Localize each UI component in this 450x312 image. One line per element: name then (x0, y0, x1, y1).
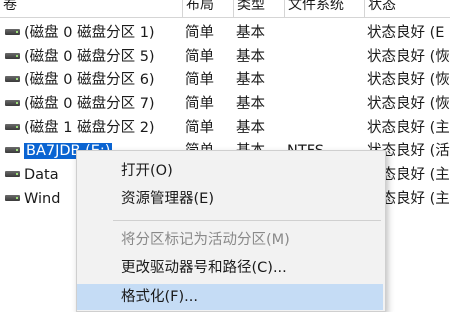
volume-name-cell: (磁盘 1 磁盘分区 2) (4, 118, 180, 138)
volume-layout: 简单 (185, 119, 214, 136)
menu-item-format[interactable]: 格式化(F)... (77, 284, 383, 310)
column-header-status[interactable]: 状态 (365, 0, 450, 17)
volume-filesystem (287, 23, 361, 43)
volume-name-cell: (磁盘 0 磁盘分区 1) (4, 23, 180, 43)
menu-item-change-drive-letter[interactable]: 更改驱动器号和路径(C)... (77, 255, 383, 281)
drive-icon (4, 51, 22, 62)
volume-type: 基本 (236, 72, 265, 89)
column-header-type[interactable]: 类型 (234, 0, 285, 17)
volume-status: 状态良好 (恢 (367, 72, 450, 89)
volume-row[interactable]: (磁盘 1 磁盘分区 2) 简单 基本 状态良好 (主 (0, 115, 450, 139)
volume-type: 基本 (236, 96, 265, 113)
volume-status: 状态良好 (恢 (367, 48, 450, 65)
volume-name: (磁盘 1 磁盘分区 2) (24, 119, 155, 136)
volume-status: 状态良好 (E (367, 25, 445, 41)
volume-type: 基本 (236, 119, 265, 136)
volume-filesystem (287, 94, 361, 114)
volume-filesystem (287, 118, 361, 138)
drive-icon (4, 74, 22, 85)
volume-name-cell: (磁盘 0 磁盘分区 6) (4, 70, 180, 90)
column-header-volume[interactable]: 卷 (0, 0, 183, 17)
volume-type: 基本 (236, 48, 265, 65)
volume-layout: 简单 (185, 96, 214, 113)
volume-name-cell: (磁盘 0 磁盘分区 7) (4, 94, 180, 114)
drive-icon (4, 145, 22, 156)
column-header-layout[interactable]: 布局 (183, 0, 234, 17)
volume-layout: 简单 (185, 72, 214, 89)
volume-type: 基本 (236, 25, 265, 41)
drive-icon (4, 27, 22, 38)
column-header-type-label: 类型 (237, 0, 265, 13)
column-header-layout-label: 布局 (186, 0, 214, 13)
volume-row[interactable]: (磁盘 0 磁盘分区 6) 简单 基本 状态良好 (恢 (0, 67, 450, 91)
volume-status: 状态良好 (恢 (367, 96, 450, 113)
volume-layout: 简单 (185, 48, 214, 65)
menu-item-explorer[interactable]: 资源管理器(E) (77, 186, 383, 212)
menu-item-open[interactable]: 打开(O) (77, 158, 383, 184)
drive-icon (4, 122, 22, 133)
volume-name: (磁盘 0 磁盘分区 5) (24, 48, 155, 65)
menu-separator (113, 220, 381, 221)
column-header: 卷 布局 类型 文件系统 状态 (0, 0, 450, 18)
volume-row[interactable]: (磁盘 0 磁盘分区 7) 简单 基本 状态良好 (恢 (0, 91, 450, 115)
menu-item-mark-active[interactable]: 将分区标记为活动分区(M) (77, 227, 383, 253)
volume-row[interactable]: (磁盘 0 磁盘分区 5) 简单 基本 状态良好 (恢 (0, 44, 450, 68)
column-header-filesystem-label: 文件系统 (288, 0, 344, 13)
column-header-filesystem[interactable]: 文件系统 (285, 0, 365, 17)
volume-name: (磁盘 0 磁盘分区 7) (24, 96, 155, 113)
volume-name: Wind (24, 190, 61, 207)
volume-filesystem (287, 70, 361, 90)
volume-name-cell: (磁盘 0 磁盘分区 5) (4, 47, 180, 67)
volume-row[interactable]: (磁盘 0 磁盘分区 1) 简单 基本 状态良好 (E (0, 20, 450, 44)
column-header-volume-label: 卷 (3, 0, 17, 13)
volume-layout: 简单 (185, 25, 214, 41)
drive-icon (4, 98, 22, 109)
context-menu: 打开(O) 资源管理器(E) 将分区标记为活动分区(M) 更改驱动器号和路径(C… (76, 150, 386, 312)
volume-name: (磁盘 0 磁盘分区 6) (24, 72, 155, 89)
volume-status: 状态良好 (主 (367, 119, 450, 136)
volume-filesystem (287, 47, 361, 67)
volume-name: Data (24, 167, 59, 184)
drive-icon (4, 169, 22, 180)
drive-icon (4, 193, 22, 204)
column-header-status-label: 状态 (368, 0, 396, 13)
volume-name: (磁盘 0 磁盘分区 1) (24, 25, 155, 41)
